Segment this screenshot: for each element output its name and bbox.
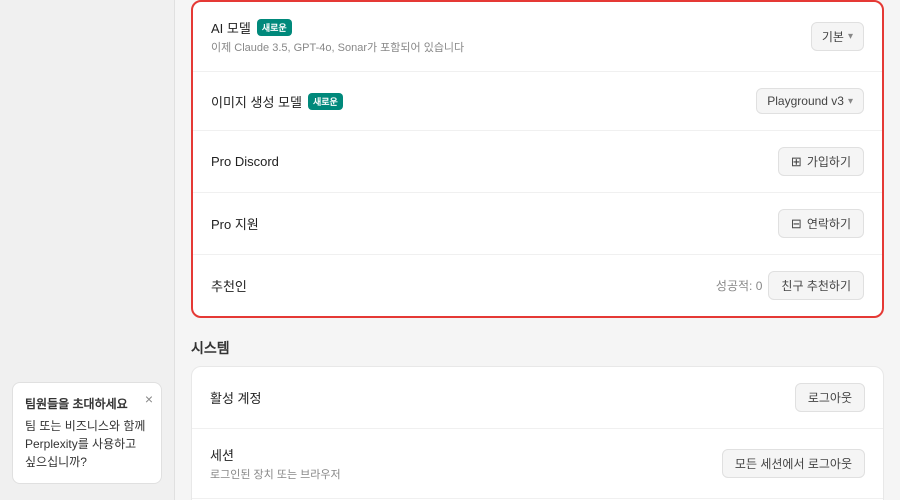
referral-invite-button[interactable]: 친구 추천하기 [768, 271, 864, 300]
image-model-dropdown[interactable]: Playground v3 ▾ [756, 88, 864, 114]
pro-settings-card: AI 모델 새로운 이제 Claude 3.5, GPT-4o, Sonar가 … [191, 0, 884, 318]
image-model-row: 이미지 생성 모델 새로운 Playground v3 ▾ [193, 72, 882, 131]
referral-right: 성공적: 0 친구 추천하기 [716, 271, 864, 300]
ai-model-row: AI 모델 새로운 이제 Claude 3.5, GPT-4o, Sonar가 … [193, 2, 882, 72]
pro-discord-join-button[interactable]: ⊞ 가입하기 [778, 147, 864, 176]
logout-all-sessions-button[interactable]: 모든 세션에서 로그아웃 [722, 449, 865, 478]
system-section: 시스템 활성 계정 로그아웃 세션 로그인된 장치 또는 브라우저 [191, 338, 884, 500]
image-model-badge: 새로운 [308, 93, 343, 110]
invite-body: 팀 또는 비즈니스와 함께 Perplexity를 사용하고 싶으십니까? [25, 417, 149, 471]
image-model-label: 이미지 생성 모델 새로운 [211, 92, 343, 111]
sidebar: × 팀원들을 초대하세요 팀 또는 비즈니스와 함께 Perplexity를 사… [0, 0, 175, 500]
ai-model-badge: 새로운 [257, 19, 292, 36]
pro-discord-label: Pro Discord [211, 154, 279, 169]
session-row: 세션 로그인된 장치 또는 브라우저 모든 세션에서 로그아웃 [192, 429, 883, 499]
session-left: 세션 로그인된 장치 또는 브라우저 [210, 445, 341, 482]
referral-left: 추천인 [211, 276, 247, 295]
active-account-right: 로그아웃 [795, 383, 865, 412]
referral-count: 성공적: 0 [716, 277, 763, 294]
chevron-down-icon: ▾ [848, 31, 853, 42]
pro-discord-left: Pro Discord [211, 154, 279, 169]
system-section-title: 시스템 [191, 338, 884, 358]
pro-discord-right: ⊞ 가입하기 [778, 147, 864, 176]
session-right: 모든 세션에서 로그아웃 [722, 449, 865, 478]
session-sublabel: 로그인된 장치 또는 브라우저 [210, 466, 341, 482]
active-account-left: 활성 계정 [210, 388, 261, 407]
ai-model-label: AI 모델 새로운 [211, 18, 464, 37]
system-settings-card: 활성 계정 로그아웃 세션 로그인된 장치 또는 브라우저 모든 세션에서 로그… [191, 366, 884, 500]
pro-discord-row: Pro Discord ⊞ 가입하기 [193, 131, 882, 193]
ai-model-left: AI 모델 새로운 이제 Claude 3.5, GPT-4o, Sonar가 … [211, 18, 464, 55]
support-icon: ⊟ [791, 216, 802, 232]
ai-model-dropdown[interactable]: 기본 ▾ [811, 22, 864, 51]
invite-title: 팀원들을 초대하세요 [25, 395, 149, 413]
close-banner-button[interactable]: × [145, 389, 153, 410]
pro-support-row: Pro 지원 ⊟ 연락하기 [193, 193, 882, 255]
session-label: 세션 [210, 445, 341, 464]
active-account-row: 활성 계정 로그아웃 [192, 367, 883, 429]
active-account-label: 활성 계정 [210, 388, 261, 407]
image-model-left: 이미지 생성 모델 새로운 [211, 92, 343, 111]
image-model-right: Playground v3 ▾ [756, 88, 864, 114]
chevron-down-icon: ▾ [848, 96, 853, 107]
referral-label: 추천인 [211, 276, 247, 295]
pro-support-right: ⊟ 연락하기 [778, 209, 864, 238]
pro-settings-section: AI 모델 새로운 이제 Claude 3.5, GPT-4o, Sonar가 … [191, 0, 884, 318]
discord-icon: ⊞ [791, 154, 802, 170]
logout-button[interactable]: 로그아웃 [795, 383, 865, 412]
pro-support-left: Pro 지원 [211, 214, 259, 233]
invite-banner: × 팀원들을 초대하세요 팀 또는 비즈니스와 함께 Perplexity를 사… [12, 382, 162, 484]
ai-model-right: 기본 ▾ [811, 22, 864, 51]
pro-support-contact-button[interactable]: ⊟ 연락하기 [778, 209, 864, 238]
ai-model-sublabel: 이제 Claude 3.5, GPT-4o, Sonar가 포함되어 있습니다 [211, 39, 464, 55]
main-content: AI 모델 새로운 이제 Claude 3.5, GPT-4o, Sonar가 … [175, 0, 900, 500]
referral-row: 추천인 성공적: 0 친구 추천하기 [193, 255, 882, 316]
pro-support-label: Pro 지원 [211, 214, 259, 233]
